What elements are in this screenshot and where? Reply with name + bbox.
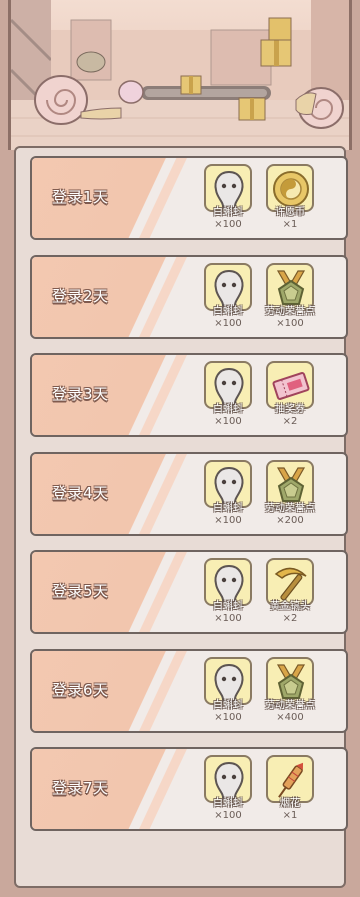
reward-item[interactable]: 白蝌蚪 ×100 (202, 263, 254, 333)
reward-item[interactable]: 抽奖券 ×2 (264, 361, 316, 431)
reward-quantity: ×1 (282, 810, 298, 821)
reward-item[interactable]: 白蝌蚪 ×100 (202, 361, 254, 431)
reward-quantity: ×2 (282, 416, 298, 427)
reward-name: 劳动荣誉点 (265, 306, 315, 317)
reward-quantity: ×100 (276, 318, 304, 329)
login-reward-row[interactable]: 登录7天 白蝌蚪 ×100 烟花 ×1 (30, 747, 348, 831)
login-day-label: 登录1天 (52, 188, 109, 206)
reward-name: 白蝌蚪 (213, 306, 243, 317)
reward-quantity: ×100 (214, 416, 242, 427)
reward-item[interactable]: 烟花 ×1 (264, 755, 316, 825)
login-reward-panel: 登录1天 白蝌蚪 ×100 许愿币 ×1 登录2天 白蝌蚪 ×100 劳动荣誉点 ×100 登录3天… (14, 146, 348, 888)
reward-name: 白蝌蚪 (213, 601, 243, 612)
login-reward-row[interactable]: 登录6天 白蝌蚪 ×100 劳动荣誉点 ×400 (30, 649, 348, 733)
reward-item[interactable]: 劳动荣誉点 ×200 (264, 460, 316, 530)
reward-name: 劳动荣誉点 (265, 700, 315, 711)
reward-item[interactable]: 黄金镐头 ×2 (264, 558, 316, 628)
reward-quantity: ×400 (276, 712, 304, 723)
reward-quantity: ×100 (214, 219, 242, 230)
reward-quantity: ×100 (214, 613, 242, 624)
reward-item[interactable]: 许愿币 ×1 (264, 164, 316, 234)
reward-item[interactable]: 劳动荣誉点 ×400 (264, 657, 316, 727)
reward-name: 白蝌蚪 (213, 503, 243, 514)
reward-name: 劳动荣誉点 (265, 503, 315, 514)
reward-item[interactable]: 白蝌蚪 ×100 (202, 755, 254, 825)
reward-item[interactable]: 白蝌蚪 ×100 (202, 460, 254, 530)
reward-name: 白蝌蚪 (213, 700, 243, 711)
header-illustration (8, 0, 352, 150)
reward-item[interactable]: 白蝌蚪 ×100 (202, 657, 254, 727)
reward-name: 白蝌蚪 (213, 207, 243, 218)
reward-name: 烟花 (280, 798, 300, 809)
reward-quantity: ×100 (214, 515, 242, 526)
reward-quantity: ×200 (276, 515, 304, 526)
reward-name: 白蝌蚪 (213, 404, 243, 415)
reward-item[interactable]: 白蝌蚪 ×100 (202, 164, 254, 234)
login-reward-row[interactable]: 登录3天 白蝌蚪 ×100 抽奖券 ×2 (30, 353, 348, 437)
reward-name: 白蝌蚪 (213, 798, 243, 809)
reward-item[interactable]: 劳动荣誉点 ×100 (264, 263, 316, 333)
login-day-label: 登录5天 (52, 582, 109, 600)
login-day-label: 登录3天 (52, 385, 109, 403)
reward-quantity: ×100 (214, 712, 242, 723)
reward-quantity: ×2 (282, 613, 298, 624)
reward-item[interactable]: 白蝌蚪 ×100 (202, 558, 254, 628)
reward-name: 许愿币 (275, 207, 305, 218)
login-reward-row[interactable]: 登录1天 白蝌蚪 ×100 许愿币 ×1 (30, 156, 348, 240)
reward-name: 黄金镐头 (270, 601, 310, 612)
login-day-label: 登录7天 (52, 779, 109, 797)
reward-quantity: ×100 (214, 318, 242, 329)
login-day-label: 登录6天 (52, 681, 109, 699)
login-reward-row[interactable]: 登录2天 白蝌蚪 ×100 劳动荣誉点 ×100 (30, 255, 348, 339)
reward-name: 抽奖券 (275, 404, 305, 415)
login-reward-row[interactable]: 登录4天 白蝌蚪 ×100 劳动荣誉点 ×200 (30, 452, 348, 536)
login-reward-row[interactable]: 登录5天 白蝌蚪 ×100 黄金镐头 ×2 (30, 550, 348, 634)
snail-factory-scene (11, 0, 349, 150)
reward-quantity: ×100 (214, 810, 242, 821)
login-day-label: 登录2天 (52, 287, 109, 305)
reward-quantity: ×1 (282, 219, 298, 230)
login-day-label: 登录4天 (52, 484, 109, 502)
